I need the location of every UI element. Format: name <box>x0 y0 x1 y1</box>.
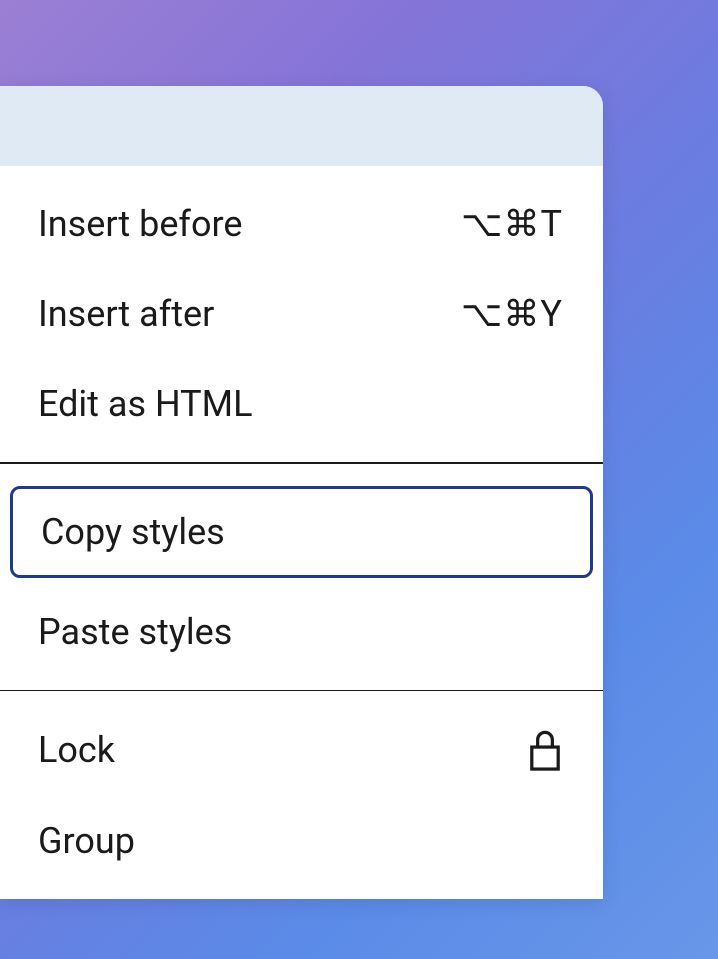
menu-item-label: Lock <box>38 729 115 771</box>
menu-item-group[interactable]: Group <box>0 796 603 886</box>
menu-item-shortcut: ⌥⌘Y <box>461 293 563 335</box>
menu-item-insert-after[interactable]: Insert after ⌥⌘Y <box>0 269 603 359</box>
menu-item-label: Copy styles <box>41 511 225 553</box>
menu-item-copy-styles[interactable]: Copy styles <box>10 486 593 578</box>
menu-section: Copy styles Paste styles <box>0 464 603 690</box>
menu-item-label: Paste styles <box>38 611 232 653</box>
context-menu: Insert before ⌥⌘T Insert after ⌥⌘Y Edit … <box>0 86 603 899</box>
menu-item-lock[interactable]: Lock <box>0 704 603 796</box>
menu-section: Insert before ⌥⌘T Insert after ⌥⌘Y Edit … <box>0 166 603 462</box>
menu-item-shortcut: ⌥⌘T <box>461 203 563 245</box>
menu-item-label: Insert after <box>38 293 214 335</box>
menu-item-insert-before[interactable]: Insert before ⌥⌘T <box>0 179 603 269</box>
menu-item-label: Group <box>38 820 135 862</box>
menu-section: Lock Group <box>0 691 603 899</box>
lock-icon <box>527 728 563 772</box>
menu-item-edit-html[interactable]: Edit as HTML <box>0 359 603 449</box>
menu-item-paste-styles[interactable]: Paste styles <box>0 587 603 677</box>
menu-item-label: Insert before <box>38 203 242 245</box>
menu-header <box>0 86 603 166</box>
menu-item-label: Edit as HTML <box>38 383 252 425</box>
